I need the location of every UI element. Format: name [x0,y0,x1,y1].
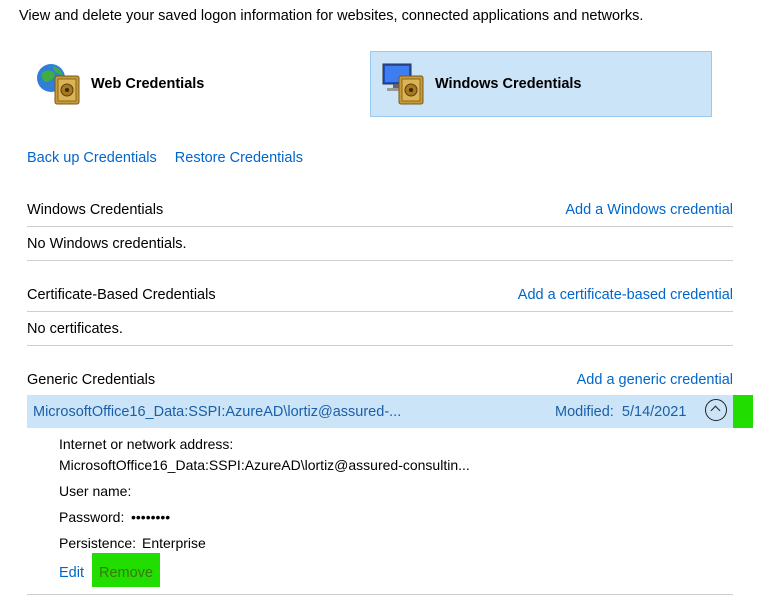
credential-row[interactable]: MicrosoftOffice16_Data:SSPI:AzureAD\lort… [27,395,733,428]
persistence-value: Enterprise [142,535,206,551]
chevron-up-icon[interactable] [705,399,727,421]
add-windows-credential-link[interactable]: Add a Windows credential [565,202,733,218]
certificate-credentials-section: Certificate-Based Credentials Add a cert… [27,278,733,346]
windows-credentials-tab[interactable]: Windows Credentials [370,51,712,117]
add-generic-credential-link[interactable]: Add a generic credential [577,372,733,388]
address-label: Internet or network address: [59,436,234,452]
edit-credential-link[interactable]: Edit [59,565,84,581]
windows-credentials-label: Windows Credentials [435,76,582,92]
password-value: •••••••• [131,509,171,525]
empty-message: No certificates. [27,320,123,337]
empty-message: No Windows credentials. [27,235,187,252]
persistence-label: Persistence: [59,535,137,551]
section-title: Windows Credentials [27,201,164,218]
restore-credentials-link[interactable]: Restore Credentials [175,150,303,166]
divider [27,594,733,595]
modified-date: 5/14/2021 [621,403,687,420]
address-value: MicrosoftOffice16_Data:SSPI:AzureAD\lort… [59,457,470,473]
backup-credentials-link[interactable]: Back up Credentials [27,150,157,166]
web-credentials-tab[interactable]: Web Credentials [27,51,347,117]
page-description: View and delete your saved logon informa… [19,8,644,24]
windows-credentials-section: Windows Credentials Add a Windows creden… [27,193,733,261]
credential-name: MicrosoftOffice16_Data:SSPI:AzureAD\lort… [33,403,402,420]
generic-credentials-section: Generic Credentials Add a generic creden… [27,363,733,396]
password-label: Password: [59,509,125,525]
web-credentials-label: Web Credentials [91,76,205,92]
credential-modified: Modified: 5/14/2021 [555,404,686,420]
modified-label: Modified: [555,403,614,420]
web-credentials-vault-icon [33,58,85,110]
windows-credentials-vault-icon [377,58,429,110]
section-title: Generic Credentials [27,371,156,388]
remove-credential-link[interactable]: Remove [99,565,153,581]
username-label: User name: [59,483,132,499]
section-title: Certificate-Based Credentials [27,286,216,303]
add-certificate-credential-link[interactable]: Add a certificate-based credential [518,287,733,303]
